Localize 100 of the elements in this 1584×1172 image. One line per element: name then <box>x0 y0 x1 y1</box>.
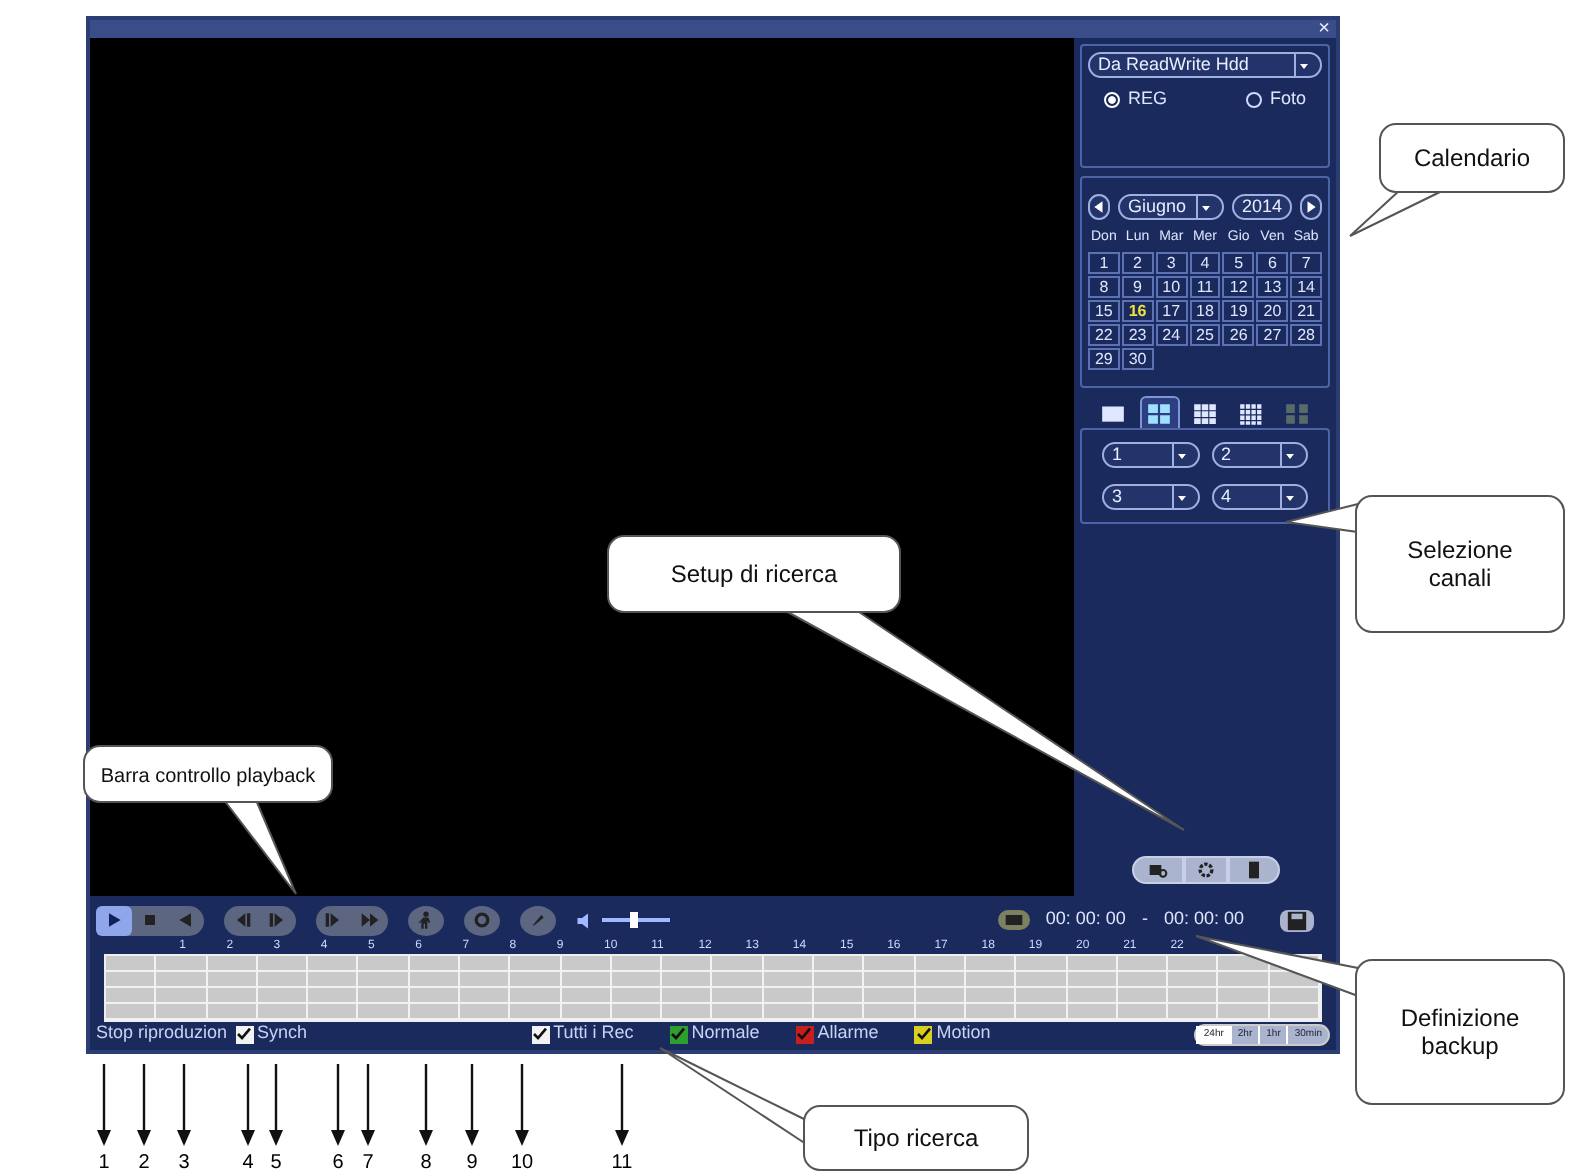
fast-forward-icon <box>360 910 380 930</box>
calendar-day[interactable]: 23 <box>1121 323 1154 345</box>
check-icon <box>532 1026 549 1042</box>
checkbox[interactable] <box>531 1025 550 1043</box>
step-number: 5 <box>270 1152 282 1172</box>
channel-select[interactable]: 4 <box>1211 484 1308 510</box>
arrow <box>137 1064 151 1146</box>
time-separator: - <box>1141 906 1148 933</box>
start-time-field[interactable]: 00: 00: 00 <box>1045 906 1126 934</box>
save-button[interactable] <box>1280 909 1314 931</box>
calendar-day[interactable]: 7 <box>1290 251 1322 273</box>
calendar-day[interactable]: 19 <box>1222 299 1255 321</box>
channel-select[interactable]: 3 <box>1102 484 1199 510</box>
step-number: 7 <box>362 1152 374 1172</box>
next-month-button[interactable] <box>1300 194 1322 220</box>
volume-slider[interactable] <box>602 912 670 928</box>
step-number: 11 <box>611 1152 633 1172</box>
calendar-day[interactable]: 4 <box>1189 251 1221 273</box>
speaker-icon <box>576 911 594 929</box>
callout-bubble: Barra controllo playback <box>83 745 333 895</box>
record-icon <box>472 910 492 930</box>
check-icon <box>796 1026 813 1042</box>
calendar-day[interactable]: 17 <box>1155 299 1188 321</box>
calendar-day[interactable]: 22 <box>1088 323 1120 345</box>
check-icon <box>236 1026 253 1042</box>
search-setup-button[interactable] <box>1131 856 1183 884</box>
step-number: 8 <box>420 1152 432 1172</box>
calendar-day[interactable]: 10 <box>1155 275 1188 297</box>
calendar-day[interactable]: 3 <box>1155 251 1188 273</box>
calendar-day[interactable]: 16 <box>1121 299 1154 321</box>
arrow <box>331 1064 345 1146</box>
checkbox-label: Synch <box>257 1020 308 1047</box>
step-number: 2 <box>138 1152 150 1172</box>
arrow <box>269 1064 283 1146</box>
reverse-icon <box>176 910 196 930</box>
calendar-day[interactable]: 21 <box>1290 299 1322 321</box>
close-button[interactable]: × <box>1318 20 1330 38</box>
clip-button[interactable] <box>997 910 1030 930</box>
check-icon <box>670 1026 687 1042</box>
checkbox-label: Allarme <box>817 1020 879 1047</box>
prev-month-button[interactable] <box>1088 194 1110 220</box>
arrow <box>465 1064 479 1146</box>
slider-thumb[interactable] <box>629 912 637 928</box>
checkbox[interactable] <box>795 1025 814 1043</box>
radio-label: Foto <box>1269 86 1306 112</box>
calendar-day[interactable]: 29 <box>1088 347 1120 369</box>
step-number: 1 <box>98 1152 110 1172</box>
calendar-day[interactable]: 27 <box>1256 323 1289 345</box>
file-icon <box>1243 860 1263 880</box>
arrow <box>177 1064 191 1146</box>
calendar-day[interactable]: 30 <box>1121 347 1154 369</box>
calendar-day[interactable]: 15 <box>1088 299 1120 321</box>
search-setup-button[interactable] <box>1227 856 1279 884</box>
calendar-day[interactable]: 6 <box>1256 251 1289 273</box>
year-field[interactable]: 2014 <box>1231 194 1292 220</box>
calendar-day[interactable]: 26 <box>1222 323 1255 345</box>
calendar-day[interactable]: 9 <box>1121 275 1154 297</box>
play-icon <box>104 910 124 930</box>
calendar-day[interactable]: 8 <box>1088 275 1120 297</box>
calendar-day[interactable]: 11 <box>1189 275 1221 297</box>
end-time-field[interactable]: 00: 00: 00 <box>1163 906 1244 934</box>
arrow <box>361 1064 375 1146</box>
calendar-day[interactable]: 28 <box>1290 323 1322 345</box>
checkbox[interactable] <box>235 1025 254 1043</box>
channel-select[interactable]: 1 <box>1102 442 1199 468</box>
calendar-day[interactable]: 20 <box>1256 299 1289 321</box>
settings-icon <box>1195 860 1215 880</box>
stop-icon <box>140 910 160 930</box>
right-arrow-icon <box>1304 200 1318 214</box>
playback-button[interactable] <box>96 905 132 935</box>
calendar-day[interactable]: 18 <box>1189 299 1221 321</box>
previous-frame-icon <box>232 910 252 930</box>
month-select[interactable]: Giugno <box>1118 194 1224 220</box>
calendar-day[interactable]: 2 <box>1121 251 1154 273</box>
calendar-day[interactable]: 24 <box>1155 323 1188 345</box>
calendar-day[interactable]: 12 <box>1222 275 1255 297</box>
calendar-day[interactable]: 5 <box>1222 251 1255 273</box>
search-setup-button[interactable] <box>1183 856 1227 884</box>
radio-button[interactable] <box>1245 91 1262 108</box>
caret-icon <box>1175 449 1187 461</box>
nine-grid-icon <box>1192 400 1218 426</box>
checkbox-label: Normale <box>691 1020 760 1047</box>
arrow <box>515 1064 529 1146</box>
calendar-day[interactable]: 25 <box>1189 323 1221 345</box>
search-icon <box>1147 860 1167 880</box>
checkbox[interactable] <box>914 1025 933 1043</box>
layout-tab[interactable] <box>1139 396 1179 430</box>
channel-select[interactable]: 2 <box>1211 442 1308 468</box>
source-select[interactable]: Da ReadWrite Hdd <box>1088 52 1322 78</box>
checkbox[interactable] <box>669 1025 688 1043</box>
caret-icon <box>1199 201 1212 213</box>
step-number: 4 <box>242 1152 254 1172</box>
calendar-day[interactable]: 13 <box>1256 275 1289 297</box>
slow-play-icon <box>324 910 344 930</box>
calendar-day[interactable]: 14 <box>1290 275 1322 297</box>
figure-icon <box>416 910 436 930</box>
arrow <box>419 1064 433 1146</box>
calendar-day[interactable]: 1 <box>1088 251 1120 273</box>
callout-bubble: Tipo ricerca <box>659 1047 1029 1171</box>
checkbox-label: Tutti i Rec <box>553 1020 634 1047</box>
